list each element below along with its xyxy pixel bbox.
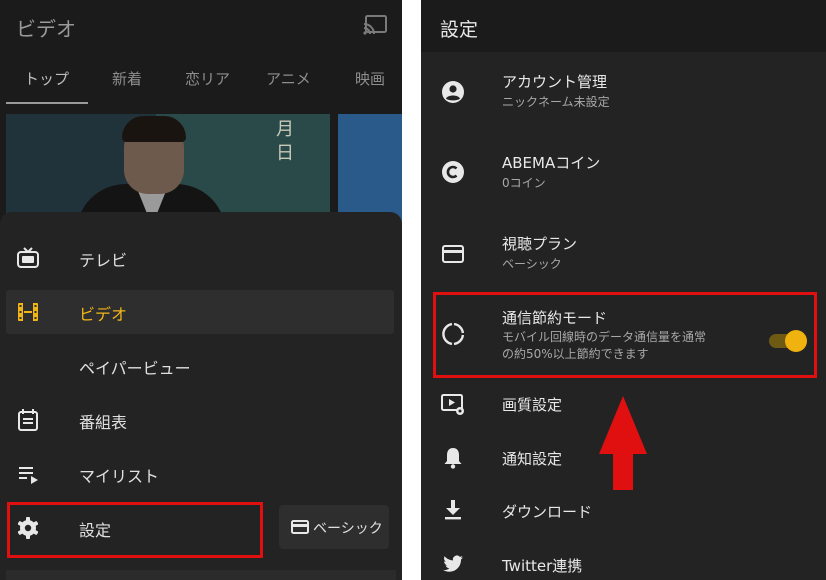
menu-label-pay-per-view: ペイパービュー	[79, 359, 191, 378]
download-icon	[445, 500, 461, 520]
tab-new[interactable]: 新着	[112, 68, 142, 89]
setting-subtitle: ベーシック	[502, 257, 562, 271]
highlight-box-data-saver	[433, 292, 817, 378]
video-screen: ビデオ トップ 新着 恋リア アニメ 映画 月 日 テレビ ビデオ ペイパービュ…	[0, 0, 402, 580]
playlist-icon	[19, 467, 38, 484]
calendar-icon	[18, 409, 38, 431]
film-icon	[18, 303, 38, 321]
setting-subtitle: ニックネーム未設定	[502, 95, 610, 109]
next-thumbnail[interactable]	[338, 114, 402, 224]
setting-title: ダウンロード	[502, 503, 593, 521]
card-icon	[442, 245, 464, 263]
setting-title: 画質設定	[502, 396, 563, 414]
page-title: 設定	[440, 19, 479, 41]
menu-item-video[interactable]: ビデオ	[6, 290, 394, 334]
coin-icon	[442, 161, 464, 183]
setting-title: 通知設定	[502, 450, 563, 468]
video-settings-icon	[441, 394, 464, 415]
card-icon	[291, 520, 309, 534]
cast-icon[interactable]	[362, 14, 388, 36]
menu-item-my-list[interactable]: マイリスト	[6, 452, 394, 496]
setting-account[interactable]: アカウント管理 ニックネーム未設定	[421, 62, 826, 132]
featured-thumbnail[interactable]: 月 日	[6, 114, 330, 224]
active-tab-indicator	[6, 102, 88, 104]
setting-subtitle: 0コイン	[502, 176, 546, 190]
tab-movies[interactable]: 映画	[355, 68, 385, 89]
setting-title: 視聴プラン	[502, 235, 578, 253]
setting-title: Twitter連携	[502, 557, 583, 575]
setting-twitter[interactable]: Twitter連携	[421, 546, 826, 580]
setting-viewing-plan[interactable]: 視聴プラン ベーシック	[421, 222, 826, 292]
red-up-arrow	[599, 396, 647, 490]
drawer-next-item	[6, 570, 396, 580]
tab-romance-reality[interactable]: 恋リア	[185, 68, 230, 89]
setting-title: アカウント管理	[502, 73, 608, 91]
menu-label-tv: テレビ	[79, 251, 128, 270]
menu-label-tv-guide: 番組表	[79, 413, 128, 432]
tab-anime[interactable]: アニメ	[266, 68, 311, 89]
bell-icon	[444, 448, 462, 469]
thumbnail-text: 月 日	[276, 119, 294, 164]
top-app-bar: ビデオ	[0, 0, 402, 52]
highlight-box-settings	[7, 502, 263, 558]
tab-top[interactable]: トップ	[24, 68, 69, 89]
twitter-icon	[443, 555, 463, 572]
category-tabs: トップ 新着 恋リア アニメ 映画	[0, 62, 402, 104]
page-title: ビデオ	[16, 17, 76, 41]
plan-button-label: ベーシック	[313, 521, 383, 537]
menu-label-my-list: マイリスト	[79, 467, 160, 486]
top-app-bar: 設定	[421, 0, 826, 52]
account-icon	[442, 81, 464, 103]
tv-icon	[17, 247, 39, 268]
setting-abema-coin[interactable]: ABEMAコイン 0コイン	[421, 142, 826, 212]
menu-item-pay-per-view[interactable]: ペイパービュー	[6, 344, 394, 388]
menu-label-video: ビデオ	[79, 305, 128, 324]
thumbnail-person-hair	[122, 116, 186, 142]
setting-title: ABEMAコイン	[502, 154, 601, 172]
setting-download[interactable]: ダウンロード	[421, 492, 826, 532]
menu-item-tv-guide[interactable]: 番組表	[6, 398, 394, 442]
plan-button[interactable]: ベーシック	[279, 505, 389, 549]
menu-item-tv[interactable]: テレビ	[6, 236, 394, 280]
settings-screen: 設定 アカウント管理 ニックネーム未設定 ABEMAコイン 0コイン 視聴プラン…	[421, 0, 826, 580]
